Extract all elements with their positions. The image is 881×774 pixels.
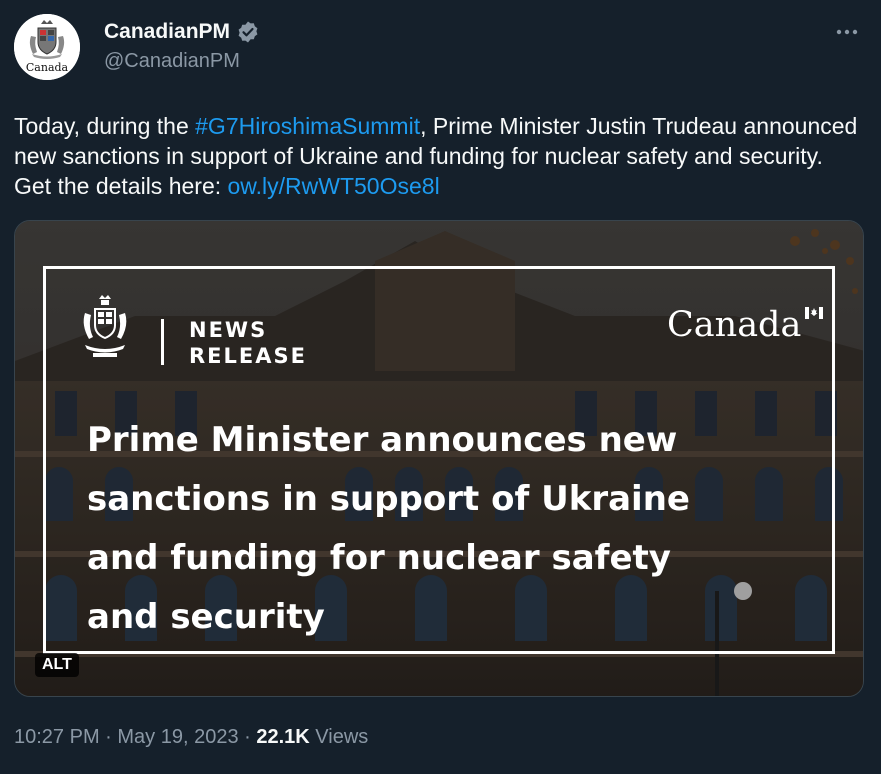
- tweet-time[interactable]: 10:27 PM: [14, 726, 100, 749]
- coat-of-arms-icon: Canada: [14, 14, 80, 80]
- flag-icon: [805, 307, 824, 319]
- tweet: Canada CanadianPM @CanadianPM Today, dur…: [0, 0, 881, 774]
- url-link[interactable]: ow.ly/RwWT50Ose8l: [228, 173, 440, 199]
- news-release-label: NEWS RELEASE: [189, 317, 307, 369]
- avatar-wordmark: Canada: [26, 61, 69, 74]
- more-options-icon[interactable]: [831, 16, 863, 48]
- coat-of-arms-icon: [79, 295, 131, 372]
- release-label: RELEASE: [189, 344, 307, 368]
- views-count[interactable]: 22.1K: [256, 726, 309, 749]
- separator: ·: [99, 726, 118, 748]
- tweet-text: Today, during the #G7HiroshimaSummit, Pr…: [14, 111, 864, 201]
- canada-wordmark-text: Canada: [667, 305, 802, 345]
- avatar[interactable]: Canada: [14, 14, 80, 80]
- verified-badge-icon[interactable]: [236, 20, 260, 44]
- news-label: NEWS: [189, 318, 268, 342]
- media-image[interactable]: NEWS RELEASE Canada Prime Minister annou…: [14, 220, 864, 697]
- tweet-date[interactable]: May 19, 2023: [117, 726, 238, 749]
- author-block: CanadianPM @CanadianPM: [104, 18, 260, 73]
- canada-wordmark: Canada: [667, 305, 824, 345]
- display-name[interactable]: CanadianPM: [104, 20, 230, 44]
- handle[interactable]: @CanadianPM: [104, 50, 260, 73]
- views-label: Views: [309, 726, 369, 748]
- alt-badge[interactable]: ALT: [35, 653, 79, 677]
- headline: Prime Minister announces new sanctions i…: [87, 420, 690, 637]
- divider: [161, 319, 164, 365]
- separator: ·: [238, 726, 257, 748]
- tweet-text-part: Today, during the: [14, 113, 196, 139]
- tweet-meta: 10:27 PM · May 19, 2023 · 22.1K Views: [14, 726, 368, 749]
- hashtag-link[interactable]: #G7HiroshimaSummit: [195, 113, 420, 139]
